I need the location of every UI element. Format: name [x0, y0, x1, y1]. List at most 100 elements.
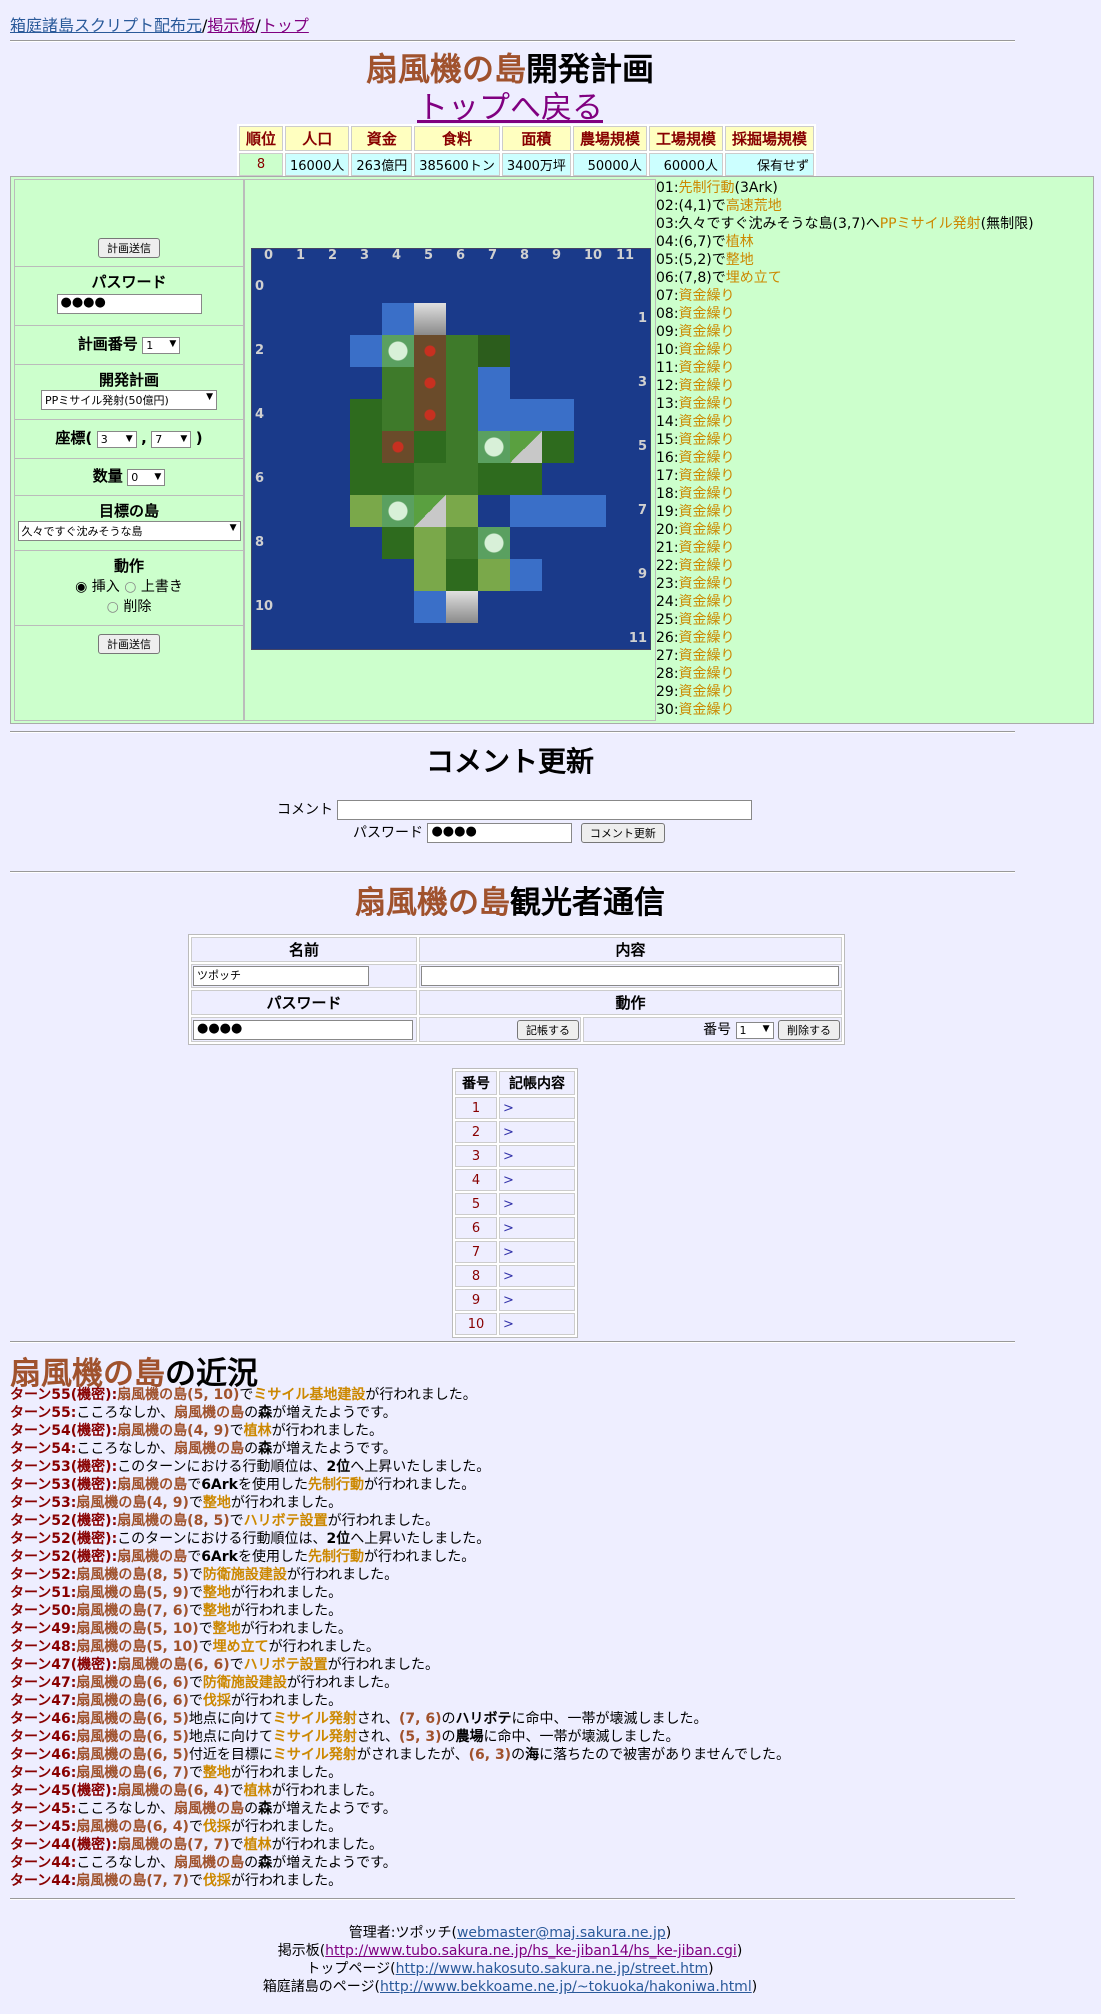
admin-email-link[interactable]: webmaster@maj.sakura.ne.jp	[457, 1925, 666, 1941]
map-tile[interactable]	[414, 527, 446, 559]
name-input[interactable]: ツポッチ	[193, 966, 369, 986]
comment-input[interactable]	[337, 800, 753, 820]
script-dist-link[interactable]: 箱庭諸島スクリプト配布元	[10, 16, 202, 35]
map-tile[interactable]	[510, 495, 542, 527]
back-to-top-link[interactable]: トップへ戻る	[417, 90, 603, 126]
plan-item[interactable]: 02:(4,1)で高速荒地	[656, 197, 1089, 215]
map-tile[interactable]	[350, 463, 382, 495]
bbs-url-link[interactable]: http://www.tubo.sakura.ne.jp/hs_ke-jiban…	[325, 1943, 737, 1959]
map-tile[interactable]	[510, 431, 542, 463]
map-tile[interactable]	[382, 463, 414, 495]
plan-item[interactable]: 03:久々ですぐ沈みそうな島(3,7)へPPミサイル発射(無制限)	[656, 215, 1089, 233]
plan-item[interactable]: 23:資金繰り	[656, 575, 1089, 593]
map-tile[interactable]	[542, 495, 574, 527]
plan-item[interactable]: 11:資金繰り	[656, 359, 1089, 377]
plan-item[interactable]: 10:資金繰り	[656, 341, 1089, 359]
map-tile[interactable]	[414, 399, 446, 431]
map-tile[interactable]	[414, 495, 446, 527]
map-tile[interactable]	[446, 495, 478, 527]
plan-item[interactable]: 17:資金繰り	[656, 467, 1089, 485]
map-tile[interactable]	[542, 399, 574, 431]
plan-item[interactable]: 05:(5,2)で整地	[656, 251, 1089, 269]
plan-item[interactable]: 28:資金繰り	[656, 665, 1089, 683]
map-tile[interactable]	[382, 335, 414, 367]
map-tile[interactable]	[478, 431, 510, 463]
map-tile[interactable]	[510, 559, 542, 591]
map-tile[interactable]	[414, 463, 446, 495]
plan-number-select[interactable]: 1 ▼	[142, 337, 181, 354]
hako-url-link[interactable]: http://www.bekkoame.ne.jp/~tokuoka/hakon…	[380, 1979, 752, 1995]
map-tile[interactable]	[510, 399, 542, 431]
plan-item[interactable]: 19:資金繰り	[656, 503, 1089, 521]
plan-item[interactable]: 09:資金繰り	[656, 323, 1089, 341]
map-tile[interactable]	[414, 367, 446, 399]
map-tile[interactable]	[446, 399, 478, 431]
map-tile[interactable]	[446, 367, 478, 399]
plan-item[interactable]: 21:資金繰り	[656, 539, 1089, 557]
bbs-link[interactable]: 掲示板	[207, 16, 255, 35]
map-tile[interactable]	[382, 495, 414, 527]
map-tile[interactable]	[478, 559, 510, 591]
no-select[interactable]: 1 ▼	[735, 1022, 774, 1039]
visitor-password-input[interactable]: ●●●●	[193, 1019, 413, 1040]
map-tile[interactable]	[350, 335, 382, 367]
map-tile[interactable]	[350, 431, 382, 463]
map-tile[interactable]	[510, 463, 542, 495]
map-tile[interactable]	[478, 527, 510, 559]
map-tile[interactable]	[446, 559, 478, 591]
map-tile[interactable]	[478, 399, 510, 431]
map-tile[interactable]	[382, 399, 414, 431]
target-island-select[interactable]: 久々ですぐ沈みそうな島 ▼	[17, 521, 241, 541]
send-plan-button[interactable]: 計画送信	[98, 238, 160, 258]
coord-x-select[interactable]: 3 ▼	[96, 431, 137, 448]
map-tile[interactable]	[478, 335, 510, 367]
map-tile[interactable]	[446, 463, 478, 495]
plan-item[interactable]: 12:資金繰り	[656, 377, 1089, 395]
delete-radio[interactable]: ○	[107, 599, 119, 615]
top-link[interactable]: トップ	[261, 16, 309, 35]
plan-item[interactable]: 07:資金繰り	[656, 287, 1089, 305]
map-tile[interactable]	[414, 431, 446, 463]
map-tile[interactable]	[414, 335, 446, 367]
plan-item[interactable]: 06:(7,8)で埋め立て	[656, 269, 1089, 287]
plan-item[interactable]: 04:(6,7)で植林	[656, 233, 1089, 251]
map-tile[interactable]	[446, 335, 478, 367]
map-tile[interactable]	[446, 591, 478, 623]
map-tile[interactable]	[478, 367, 510, 399]
map-tile[interactable]	[478, 463, 510, 495]
map-tile[interactable]	[542, 431, 574, 463]
dev-plan-select[interactable]: PPミサイル発射(50億円) ▼	[41, 390, 217, 410]
map-tile[interactable]	[382, 431, 414, 463]
plan-item[interactable]: 08:資金繰り	[656, 305, 1089, 323]
content-input[interactable]	[421, 966, 839, 986]
plan-item[interactable]: 13:資金繰り	[656, 395, 1089, 413]
plan-item[interactable]: 25:資金繰り	[656, 611, 1089, 629]
comment-update-button[interactable]: コメント更新	[580, 823, 665, 843]
map-tile[interactable]	[382, 303, 414, 335]
plan-item[interactable]: 26:資金繰り	[656, 629, 1089, 647]
delete-button[interactable]: 削除する	[778, 1020, 840, 1040]
overwrite-radio[interactable]: ○	[124, 579, 136, 595]
coord-y-select[interactable]: 7 ▼	[151, 431, 192, 448]
map-tile[interactable]	[414, 559, 446, 591]
map-tile[interactable]	[446, 431, 478, 463]
top-url-link[interactable]: http://www.hakosuto.sakura.ne.jp/street.…	[396, 1961, 709, 1977]
map-tile[interactable]	[382, 367, 414, 399]
send-plan-button[interactable]: 計画送信	[98, 634, 160, 654]
password-input[interactable]: ●●●●	[56, 294, 202, 314]
plan-item[interactable]: 15:資金繰り	[656, 431, 1089, 449]
map-tile[interactable]	[382, 527, 414, 559]
plan-item[interactable]: 27:資金繰り	[656, 647, 1089, 665]
plan-item[interactable]: 18:資金繰り	[656, 485, 1089, 503]
plan-item[interactable]: 20:資金繰り	[656, 521, 1089, 539]
insert-radio[interactable]: ◉	[75, 579, 87, 595]
plan-item[interactable]: 29:資金繰り	[656, 683, 1089, 701]
plan-item[interactable]: 24:資金繰り	[656, 593, 1089, 611]
plan-item[interactable]: 30:資金繰り	[656, 701, 1089, 719]
map-tile[interactable]	[350, 495, 382, 527]
plan-item[interactable]: 14:資金繰り	[656, 413, 1089, 431]
comment-password-input[interactable]: ●●●●	[427, 823, 573, 843]
plan-item[interactable]: 16:資金繰り	[656, 449, 1089, 467]
map-tile[interactable]	[414, 591, 446, 623]
plan-item[interactable]: 22:資金繰り	[656, 557, 1089, 575]
